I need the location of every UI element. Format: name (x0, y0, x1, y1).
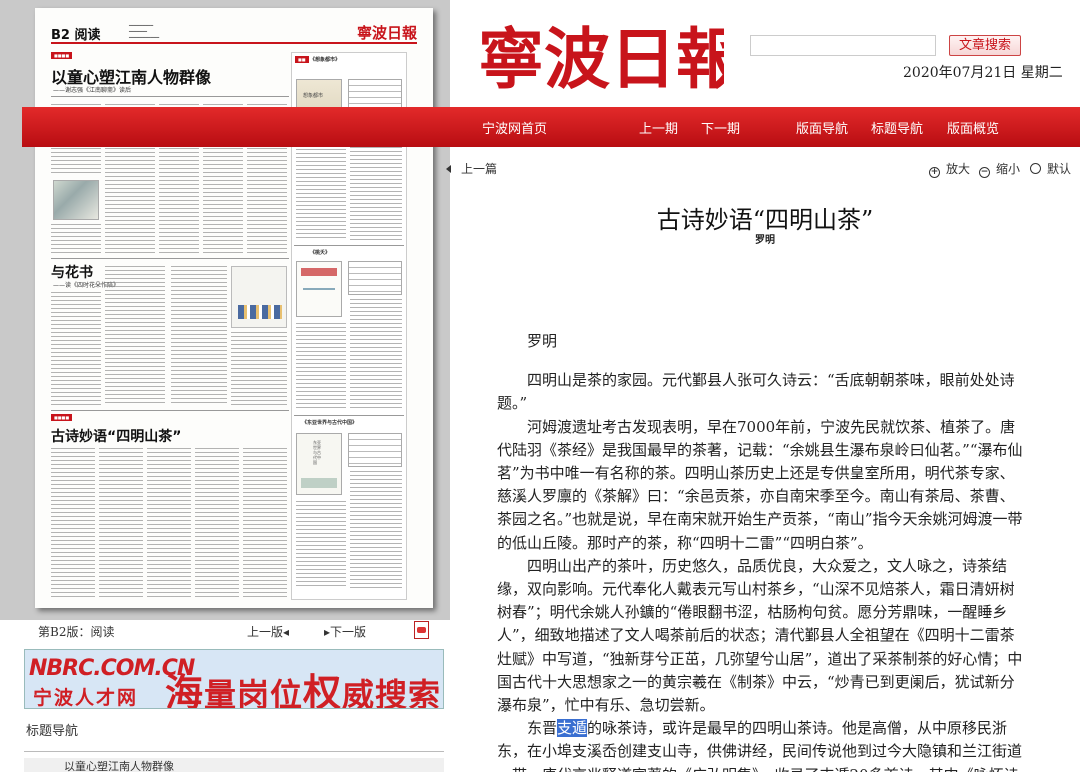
paragraph-text: 东晋 (527, 719, 558, 738)
book-cover-title: 想象都市 (303, 93, 324, 99)
next-page-link[interactable]: ▸下一版 (324, 623, 366, 640)
talent-network-ad-banner[interactable]: NBRC.COM.CN 宁波人才网 海量岗位权威搜索 (24, 649, 444, 709)
ad-brand-cn: 宁波人才网 (33, 687, 139, 709)
text-column (296, 501, 346, 589)
ad-slogan: 海量岗位权威搜索 (165, 662, 442, 709)
book-cover-image (53, 180, 99, 220)
article-title: 古诗妙语“四明山茶” (656, 206, 874, 234)
triangle-left-icon (446, 165, 451, 173)
book-cover-image: 东亚世界与古代中国 (296, 433, 342, 495)
prev-page-label: 上一版 (247, 625, 284, 639)
divider (294, 415, 404, 416)
prev-article-link[interactable]: 上一篇 (446, 160, 497, 177)
divider (51, 258, 289, 259)
text-column (147, 448, 191, 598)
default-size-button[interactable]: 默认 (1030, 160, 1071, 177)
ad-slogan-part: 海 (165, 671, 205, 709)
sidebar-title-1: 《想象都市》 (310, 57, 341, 63)
page-navigation: 第B2版：阅读 上一版◂ ▸下一版 (24, 620, 444, 642)
ningbo-daily-logo[interactable]: 寧波日報 (478, 10, 724, 98)
text-column (171, 266, 227, 406)
divider (294, 245, 404, 246)
article-paragraph: 东晋支遁的咏茶诗，或许是最早的四明山茶诗。他是高僧，从中原移民浙东，在小埠支溪岙… (497, 717, 1027, 772)
chevron-left-icon: ◂ (283, 625, 290, 639)
divider (51, 410, 289, 411)
pdf-download-icon[interactable] (414, 621, 429, 639)
ad-slogan-part: 权 (303, 671, 343, 709)
prev-article-label: 上一篇 (461, 162, 498, 176)
prev-page-link[interactable]: 上一版◂ (247, 623, 289, 640)
book-info-table (348, 261, 402, 295)
text-column (350, 299, 402, 411)
book-cover-image (296, 261, 342, 317)
text-column (350, 471, 402, 589)
text-column (231, 332, 287, 406)
zoom-in-label: 放大 (946, 162, 971, 176)
title-navigation-header: 标题导航 (24, 712, 444, 752)
default-size-label: 默认 (1047, 162, 1072, 176)
paper-masthead: 寧波日報 (356, 24, 417, 42)
zoom-out-icon: − (979, 167, 990, 178)
paper-headline-3[interactable]: 古诗妙语“四明山茶” (51, 426, 181, 446)
section-tag: ■■ (295, 56, 309, 63)
article-byline: 罗明 (527, 332, 558, 350)
nav-home[interactable]: 宁波网首页 (482, 118, 547, 137)
article-paragraph: 河姆渡遗址考古发现表明，早在7000年前，宁波先民就饮茶、植茶了。唐代陆羽《茶经… (497, 417, 1023, 552)
newspaper-page-image[interactable]: B2 阅读 ━━━━━━━━ ━━━━━━ ━━━━━━━━━━ 寧波日報 ■■■■… (35, 8, 433, 608)
section-tag: ■■■■ (51, 414, 73, 421)
article-paragraph: 四明山是茶的家园。元代鄞县人张可久诗云：“舌底朝朝茶味，眼前处处诗题。” (497, 371, 1015, 413)
nav-page-overview[interactable]: 版面概览 (947, 118, 999, 137)
text-column (51, 448, 95, 598)
nav-prev-issue[interactable]: 上一期 (639, 118, 678, 137)
divider (51, 96, 289, 97)
section-tag: ■■■■ (51, 52, 73, 59)
article-body: 罗明 四明山是茶的家园。元代鄞县人张可久诗云：“舌底朝朝茶味，眼前处处诗题。” … (497, 330, 1027, 772)
article-paragraph: 四明山出产的茶叶，历史悠久，品质优良，大众爱之，文人咏之，诗茶结缘，双向影响。元… (497, 556, 1023, 715)
paper-header: B2 阅读 ━━━━━━━━ ━━━━━━ ━━━━━━━━━━ 寧波日報 (51, 22, 417, 44)
logo-text: 寧波日報 (478, 20, 724, 98)
nav-page-navigation[interactable]: 版面导航 (796, 118, 848, 137)
paper-page-meta: ━━━━━━━━ ━━━━━━ ━━━━━━━━━━ (129, 23, 160, 41)
paper-subhead-1: ——谢志强《江南聊斋》读后 (53, 87, 132, 94)
sidebar-title-3: 《东亚世界与古代中国》 (302, 420, 358, 426)
sidebar-title-2: 《桃夭》 (310, 250, 331, 256)
nav-next-issue[interactable]: 下一期 (701, 118, 740, 137)
paper-headline-2[interactable]: 与花书 (51, 262, 93, 282)
text-column (195, 448, 239, 598)
book-cover-title: 东亚世界与古代中国 (313, 440, 321, 465)
article-search-input[interactable] (750, 35, 936, 56)
current-page-label: 第B2版：阅读 (38, 625, 115, 639)
text-column (296, 323, 346, 411)
zoom-in-icon: + (929, 167, 940, 178)
top-navigation-bar: 宁波网首页 上一期 下一期 版面导航 标题导航 版面概览 (22, 107, 1080, 147)
text-column (51, 224, 101, 254)
text-column (51, 292, 101, 407)
text-column (243, 448, 287, 598)
book-cover-image (231, 266, 287, 328)
article-author: 罗明 (755, 235, 775, 246)
zoom-out-button[interactable]: − 缩小 (979, 160, 1020, 178)
nav-title-navigation[interactable]: 标题导航 (871, 118, 923, 137)
ad-slogan-part: 量岗位 (204, 676, 304, 709)
issue-date: 2020年07月21日 星期二 (903, 65, 1063, 81)
default-size-icon (1030, 163, 1041, 174)
title-navigation-item[interactable]: 以童心塑江南人物群像 (24, 758, 444, 772)
zoom-out-label: 缩小 (996, 162, 1021, 176)
zoom-in-button[interactable]: + 放大 (929, 160, 970, 178)
ad-slogan-part: 威搜索 (342, 676, 442, 709)
next-page-label: 下一版 (330, 625, 367, 639)
text-column (296, 145, 346, 241)
book-info-table (348, 433, 402, 467)
text-column (105, 266, 165, 406)
text-column (99, 448, 143, 598)
selected-text[interactable]: 支遁 (557, 719, 588, 738)
paper-page-label: B2 阅读 (51, 28, 101, 43)
article-search-button[interactable]: 文章搜索 (949, 35, 1021, 56)
